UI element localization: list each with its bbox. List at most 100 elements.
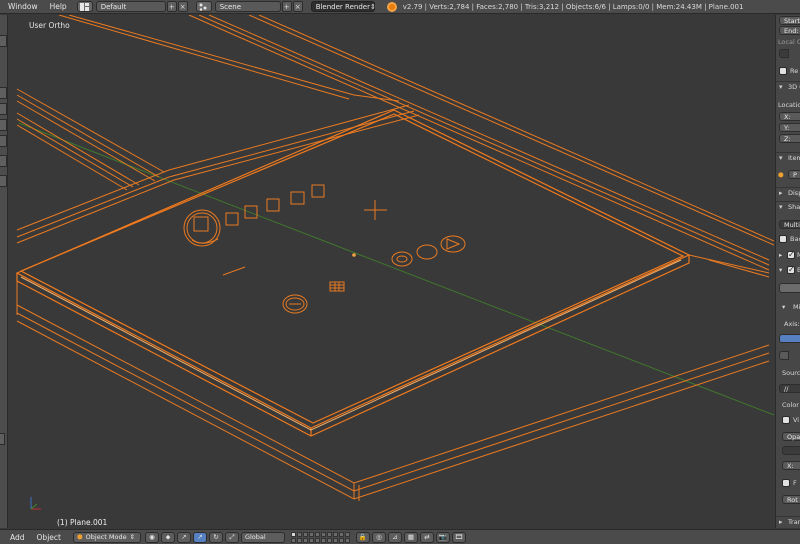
camera-picker-icon[interactable] [779,49,789,58]
snap-element-icon[interactable]: ▦ [403,531,418,543]
blender-logo-icon [386,1,397,12]
lock-camera-icon[interactable]: 🔒 [355,531,370,543]
shelf-tab[interactable] [0,87,7,99]
manipulator-toggle-icon[interactable]: ↗ [176,531,191,543]
screen-layout-icon[interactable] [76,1,93,12]
layer-button[interactable] [290,537,296,543]
layer-button[interactable] [314,537,320,543]
pivot-point-icon[interactable]: ⬥ [160,531,175,543]
menu-object[interactable]: Object [31,533,67,542]
location-label: Locatio [778,101,800,109]
scale-manipulator-icon[interactable]: ⤢ [224,531,239,543]
interaction-mode-dropdown[interactable]: ⬢ Object Mode ⇕ [72,531,141,543]
shading-mode-dropdown[interactable]: Multite [779,220,800,229]
cursor-z-field[interactable]: Z: [779,134,800,143]
cursor-y-field[interactable]: Y: [779,123,800,132]
shelf-tab[interactable] [0,155,7,167]
opacity-field[interactable]: Opa [782,432,800,441]
shelf-collapse-tab[interactable] [0,433,5,445]
add-image-button[interactable] [779,283,800,293]
transform-section-header[interactable]: ▸ Tran [776,516,800,527]
shading-section-label: Shad [788,203,800,211]
layer-button[interactable] [302,531,308,537]
axis-label: Axis: [784,320,800,328]
layer-button[interactable] [338,531,344,537]
shelf-tab[interactable] [0,35,7,47]
shelf-tab[interactable] [0,135,7,147]
rotate-manipulator-icon[interactable]: ↻ [208,531,223,543]
cursor-section-header[interactable]: ▾ 3D C [776,81,800,92]
shelf-tab[interactable] [0,175,7,187]
matcap-checkbox[interactable] [787,250,795,259]
delete-scene-button[interactable]: × [292,1,303,12]
layer-button[interactable] [326,531,332,537]
layer-buttons[interactable] [290,531,350,543]
screen-layout-field[interactable]: Default [95,1,166,12]
layer-button[interactable] [332,531,338,537]
object-origin-dot [352,253,356,257]
layer-button[interactable] [344,531,350,537]
layer-button[interactable] [326,537,332,543]
collapse-triangle-icon: ▾ [779,266,783,274]
background-images-checkbox[interactable] [787,265,795,274]
rotation-field[interactable]: Rot [782,495,800,504]
render-engine-dropdown[interactable]: Blender Render ⇕ [310,1,376,12]
collapse-triangle-icon: ▾ [782,303,786,311]
display-section-header[interactable]: ▸ Disp [776,187,800,198]
scene-field[interactable]: Scene [214,1,281,12]
color-label: Color [782,401,799,409]
layer-button[interactable] [308,531,314,537]
add-scene-button[interactable]: + [281,1,292,12]
layer-button[interactable] [344,537,350,543]
shelf-tab[interactable] [0,119,7,131]
backface-culling-checkbox[interactable] [779,235,787,243]
start-frame-field[interactable]: Start [779,16,800,25]
collapse-triangle-icon: ▾ [779,203,783,211]
menu-help[interactable]: Help [44,2,73,11]
layer-button[interactable] [296,537,302,543]
opengl-render-icon[interactable]: 📷 [435,531,450,543]
floor-tiles-wireframe [16,15,774,271]
translate-manipulator-icon[interactable]: ↗ [192,531,207,543]
end-frame-field[interactable]: End: [779,26,800,35]
image-type-icon[interactable] [779,351,789,360]
depth-dropdown[interactable] [782,446,800,455]
menu-window[interactable]: Window [0,2,44,11]
layer-button[interactable] [308,537,314,543]
layer-button[interactable] [296,531,302,537]
layer-button[interactable] [320,537,326,543]
shading-section-header[interactable]: ▾ Shad [776,201,800,212]
axis-dropdown[interactable] [779,334,800,343]
menu-add[interactable]: Add [0,533,31,542]
viewport-wireframe-canvas [15,15,774,510]
item-section-header[interactable]: ▾ Item [776,152,800,163]
item-name-field[interactable]: P [788,170,800,179]
source-path-field[interactable]: // [779,384,800,393]
object-mode-icon: ⬢ [76,533,83,541]
shelf-tab[interactable] [0,103,7,115]
transform-section-label: Tran [788,518,800,526]
offset-x-field[interactable]: X: [782,461,800,470]
transform-orientation-dropdown[interactable]: Global [240,531,285,543]
proportional-edit-icon[interactable]: ◎ [371,531,386,543]
flip-checkbox[interactable] [782,479,790,487]
layer-button[interactable] [338,537,344,543]
layer-button[interactable] [332,537,338,543]
opengl-render-anim-icon[interactable]: 🎞 [451,531,466,543]
3d-viewport[interactable]: User Ortho (1) Plane.001 [9,15,774,528]
view-as-render-checkbox[interactable] [782,416,790,424]
snap-toggle-icon[interactable]: ⊿ [387,531,402,543]
layer-button[interactable] [290,531,296,537]
control-symbols [183,184,466,314]
render-border-checkbox[interactable] [779,67,787,75]
add-layout-button[interactable]: + [166,1,177,12]
viewport-header: Add Object ⬢ Object Mode ⇕ ◉ ⬥ ↗ ↗ ↻ ⤢ G… [0,529,800,544]
layer-button[interactable] [302,537,308,543]
cursor-x-field[interactable]: X: [779,112,800,121]
shading-mode-icon[interactable]: ◉ [144,531,159,543]
delete-layout-button[interactable]: × [177,1,188,12]
snap-target-icon[interactable]: ⇄ [419,531,434,543]
layer-button[interactable] [314,531,320,537]
scene-icon[interactable] [195,1,212,12]
layer-button[interactable] [320,531,326,537]
